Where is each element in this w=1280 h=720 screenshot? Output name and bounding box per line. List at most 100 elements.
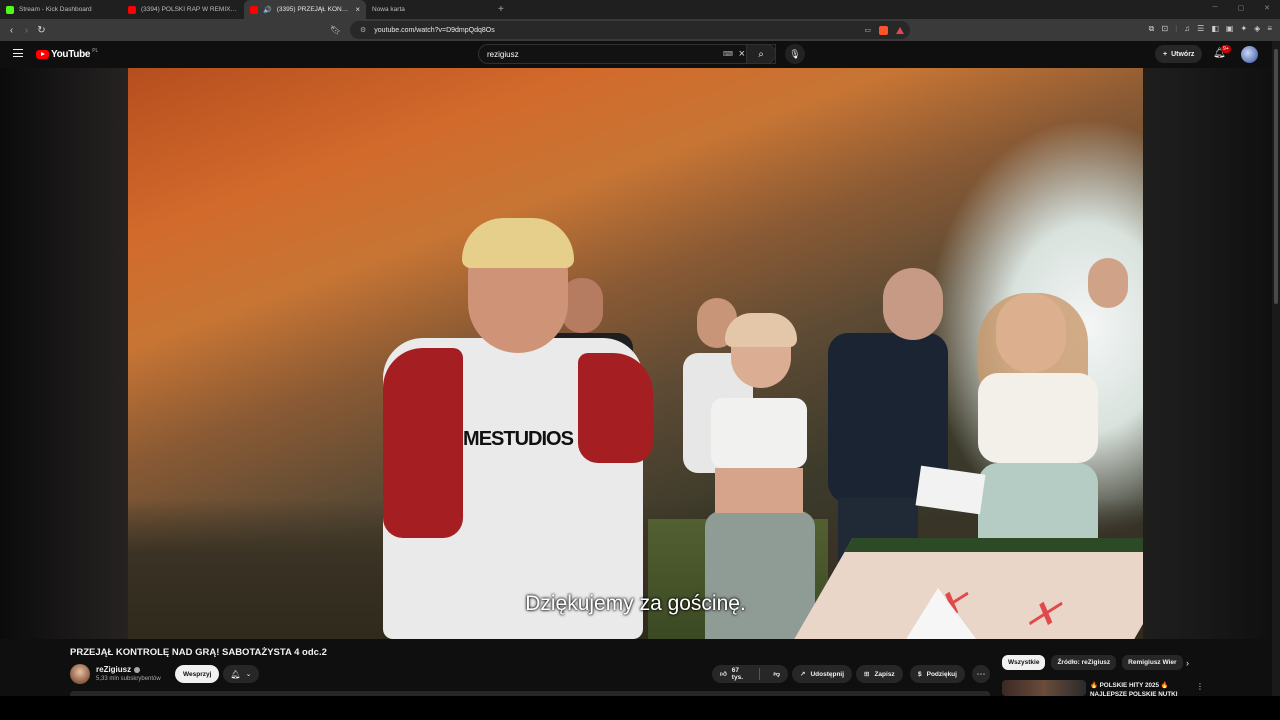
chip-all[interactable]: Wszystkie	[1002, 655, 1046, 670]
vpn-icon[interactable]: ◈	[1254, 24, 1260, 34]
back-icon[interactable]: ‹	[4, 25, 19, 36]
minimize-icon[interactable]: ─	[1213, 4, 1218, 12]
save-icon: ⊞	[864, 671, 870, 678]
cast-icon[interactable]: ▭	[864, 26, 871, 34]
address-bar[interactable]: 🔖︎ ⚙ youtube.com/watch?v=D9dmpQdq8Os ▭	[330, 21, 910, 39]
close-window-icon[interactable]: ✕	[1264, 4, 1270, 12]
leo-icon[interactable]: ✦	[1240, 24, 1247, 34]
support-button[interactable]: Wesprzyj	[175, 665, 220, 683]
sidebar-icon[interactable]: ◧	[1211, 24, 1219, 34]
search-button[interactable]: ⌕	[746, 44, 776, 64]
channel-avatar[interactable]	[70, 664, 90, 684]
scrollbar-thumb[interactable]	[1274, 49, 1278, 304]
window-controls: ─ ▢ ✕	[1213, 4, 1270, 12]
video-subtitle: Dziękujemy za gościnę.	[525, 592, 746, 615]
browser-tab-strip: Stream - Kick Dashboard (3394) POLSKI RA…	[0, 0, 1280, 19]
tab-title: Stream - Kick Dashboard	[19, 6, 92, 13]
wallet-icon[interactable]: ▣	[1226, 24, 1234, 34]
thanks-button[interactable]: $ Podziękuj	[910, 665, 965, 683]
more-vert-icon[interactable]: ⋮	[1196, 682, 1204, 691]
bottom-bar	[0, 696, 1280, 720]
more-actions-icon[interactable]: ⋯	[972, 665, 990, 683]
search-query[interactable]: rezigiusz	[487, 50, 519, 59]
save-label: Zapisz	[874, 670, 895, 678]
tab-title: (3394) POLSKI RAP W REMIXACH 2025	[141, 6, 238, 13]
country-code: PL	[92, 47, 99, 54]
youtube-favicon-icon	[250, 5, 258, 14]
video-player[interactable]: MESTUDIOS ✕ ✕ Dziękujemy za gościnę.	[0, 68, 1272, 639]
video-frame[interactable]: MESTUDIOS ✕ ✕ Dziękujemy za gościnę.	[128, 68, 1143, 639]
bookmark-icon[interactable]: 🔖︎	[330, 25, 341, 36]
brave-shields-icon[interactable]	[879, 25, 888, 35]
page-scrollbar[interactable]	[1272, 41, 1280, 696]
menu-icon[interactable]: ≡	[1267, 24, 1272, 34]
site-info-icon[interactable]: ⚙	[360, 26, 366, 34]
create-button[interactable]: + Utwórz	[1155, 45, 1203, 63]
chip-related[interactable]: Remigiusz Wier	[1122, 655, 1183, 670]
save-button[interactable]: ⊞ Zapisz	[856, 665, 903, 683]
subscription-bell-button[interactable]: 🔔︎ ⌄	[223, 665, 259, 683]
create-label: Utwórz	[1171, 50, 1195, 58]
chip-source[interactable]: Źródło: reZigiusz	[1051, 655, 1117, 670]
recommendation-thumbnail[interactable]	[1002, 680, 1086, 696]
youtube-play-icon	[36, 50, 49, 59]
youtube-favicon-icon	[128, 5, 136, 14]
voice-search-button[interactable]: 🎙︎	[785, 44, 805, 64]
extension-icon[interactable]: ⧉	[1149, 24, 1155, 34]
thumbs-down-icon: 👎︎	[773, 671, 780, 678]
forward-icon[interactable]: ›	[19, 25, 34, 36]
brave-rewards-icon[interactable]	[896, 26, 904, 34]
browser-tab[interactable]: (3394) POLSKI RAP W REMIXACH 2025	[122, 0, 244, 19]
tab-title: (3395) PRZEJĄŁ KONTROLĘ NAD GRĄ! SABOTAŻ…	[276, 6, 351, 13]
browser-tab-active[interactable]: 🔊 (3395) PRZEJĄŁ KONTROLĘ NAD GRĄ! SABOT…	[244, 0, 366, 19]
person-figure	[462, 218, 574, 268]
browser-toolbar: ‹ › ↻ 🔖︎ ⚙ youtube.com/watch?v=D9dmpQdq8…	[0, 19, 1280, 41]
microphone-icon: 🎙︎	[789, 48, 801, 59]
browser-tab[interactable]: Stream - Kick Dashboard	[0, 0, 122, 19]
share-icon: ↗	[800, 671, 806, 678]
share-label: Udostępnij	[810, 670, 845, 678]
like-button[interactable]: 👍︎ 67 tys.	[712, 667, 761, 681]
plus-icon: +	[1163, 50, 1168, 58]
youtube-logo[interactable]: YouTube PL	[36, 47, 99, 60]
maximize-icon[interactable]: ▢	[1238, 4, 1245, 12]
channel-name-text[interactable]: reZigiusz	[96, 665, 131, 674]
bell-icon: 🔔︎	[230, 669, 241, 679]
search-input[interactable]: rezigiusz ⌨ ×	[478, 44, 776, 64]
thanks-label: Podziękuj	[926, 670, 957, 678]
url-text[interactable]: youtube.com/watch?v=D9dmpQdq8Os	[374, 27, 494, 34]
chevron-right-icon[interactable]: ›	[1186, 658, 1189, 668]
video-title: PRZEJĄŁ KONTROLĘ NAD GRĄ! SABOTAŻYSTA 4 …	[70, 647, 327, 658]
thanks-icon: $	[918, 670, 922, 678]
channel-name[interactable]: reZigiusz	[96, 665, 141, 674]
extensions-bar: ⧉ ⊡ | ♫ ☰ ◧ ▣ ✦ ◈ ≡	[1149, 24, 1272, 34]
dislike-button[interactable]: 👎︎	[765, 670, 788, 678]
music-icon[interactable]: ♫	[1184, 24, 1190, 34]
speaker-icon[interactable]: 🔊	[263, 6, 272, 14]
chevron-down-icon: ⌄	[245, 671, 252, 678]
tab-title: Nowa karta	[372, 6, 405, 13]
like-count: 67 tys.	[731, 667, 743, 681]
person-figure	[578, 353, 653, 463]
related-chips: Wszystkie Źródło: reZigiusz Remigiusz Wi…	[1002, 655, 1183, 670]
thumbs-up-icon: 👍︎	[720, 671, 727, 678]
verified-icon	[134, 666, 141, 673]
share-button[interactable]: ↗ Udostępnij	[792, 665, 853, 683]
reload-icon[interactable]: ↻	[34, 25, 49, 36]
notification-badge: 9+	[1221, 45, 1231, 53]
clear-search-icon[interactable]: ×	[739, 48, 745, 60]
browser-tab[interactable]: Nowa karta	[366, 0, 488, 19]
keyboard-icon[interactable]: ⌨	[723, 50, 733, 58]
guide-menu-icon[interactable]	[13, 49, 23, 57]
person-figure	[683, 313, 833, 639]
new-tab-button[interactable]: +	[488, 4, 514, 15]
kick-favicon-icon	[6, 5, 14, 14]
reading-list-icon[interactable]: ☰	[1197, 24, 1204, 34]
account-avatar[interactable]	[1241, 46, 1258, 63]
screenshot-icon[interactable]: ⊡	[1161, 24, 1168, 34]
subscriber-count: 5,33 mln subskrybentów	[96, 676, 161, 682]
watch-metadata: PRZEJĄŁ KONTROLĘ NAD GRĄ! SABOTAŻYSTA 4 …	[0, 639, 1272, 698]
youtube-masthead: YouTube PL rezigiusz ⌨ × ⌕ 🎙︎ + Utwórz 🔔…	[0, 41, 1272, 68]
search-icon: ⌕	[758, 48, 764, 60]
close-tab-icon[interactable]: ×	[355, 5, 360, 14]
